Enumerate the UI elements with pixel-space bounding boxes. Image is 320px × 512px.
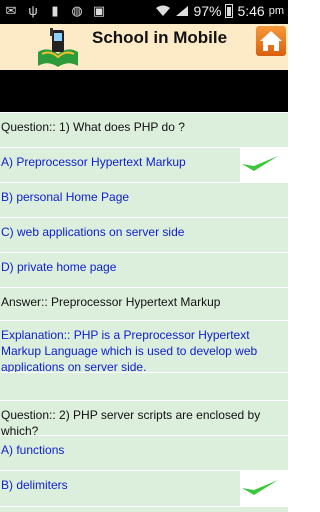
option-b-text: B) personal Home Page — [1, 190, 130, 204]
notification-icons: ✉ ψ ▮ ◍ ▣ — [4, 4, 106, 18]
option-a[interactable]: A) Preprocessor Hypertext Markup — [0, 147, 240, 182]
option-c-text: C) web applications on server side — [1, 225, 185, 239]
spacer-row — [0, 372, 288, 400]
phone-icon: ▮ — [51, 3, 59, 18]
usb-icon: ψ — [28, 3, 38, 18]
option-d[interactable]: D) private home page — [0, 252, 288, 287]
answer-text: Answer:: Preprocessor Hypertext Markup — [1, 295, 221, 309]
app-header: School in Mobile — [0, 24, 288, 70]
option-a-text: A) functions — [1, 443, 65, 457]
question-text: Question:: 1) What does PHP do ? — [1, 120, 185, 134]
answer-row: Answer:: Preprocessor Hypertext Markup — [0, 287, 288, 320]
question-row: Question:: 1) What does PHP do ? — [0, 112, 288, 147]
battery-percent: 97% — [193, 3, 222, 19]
signal-icon — [176, 6, 189, 16]
photo-icon: ▣ — [92, 3, 106, 18]
app-title: School in Mobile — [92, 28, 228, 47]
school-mobile-logo-icon — [38, 28, 78, 67]
ad-banner[interactable] — [0, 70, 288, 112]
clock-ampm: pm — [268, 5, 284, 17]
option-b[interactable]: B) delimiters — [0, 470, 240, 506]
clock: 5:46 — [237, 3, 265, 19]
option-d-text: D) private home page — [1, 260, 117, 274]
battery-icon — [225, 4, 234, 18]
correct-check-icon — [242, 156, 278, 171]
status-bar: ✉ ψ ▮ ◍ ▣ 97% 5:46 pm — [0, 0, 288, 24]
option-b[interactable]: B) personal Home Page — [0, 182, 288, 217]
app-notification-icon: ◍ — [71, 3, 83, 18]
explanation-row: Explanation:: PHP is a Preprocessor Hype… — [0, 320, 288, 374]
home-icon — [260, 31, 282, 51]
question-row: Question:: 2) PHP server scripts are enc… — [0, 400, 288, 438]
correct-check-icon — [242, 480, 278, 495]
mail-icon: ✉ — [5, 3, 17, 18]
home-button[interactable] — [256, 26, 286, 56]
option-c[interactable] — [0, 506, 288, 512]
wifi-icon — [156, 5, 171, 16]
explanation-text: Explanation:: PHP is a Preprocessor Hype… — [1, 328, 258, 374]
system-icons: 97% 5:46 pm — [155, 3, 284, 19]
option-b-text: B) delimiters — [1, 478, 68, 492]
option-c[interactable]: C) web applications on server side — [0, 217, 288, 252]
option-a[interactable]: A) functions — [0, 435, 288, 470]
option-a-text: A) Preprocessor Hypertext Markup — [1, 155, 186, 169]
